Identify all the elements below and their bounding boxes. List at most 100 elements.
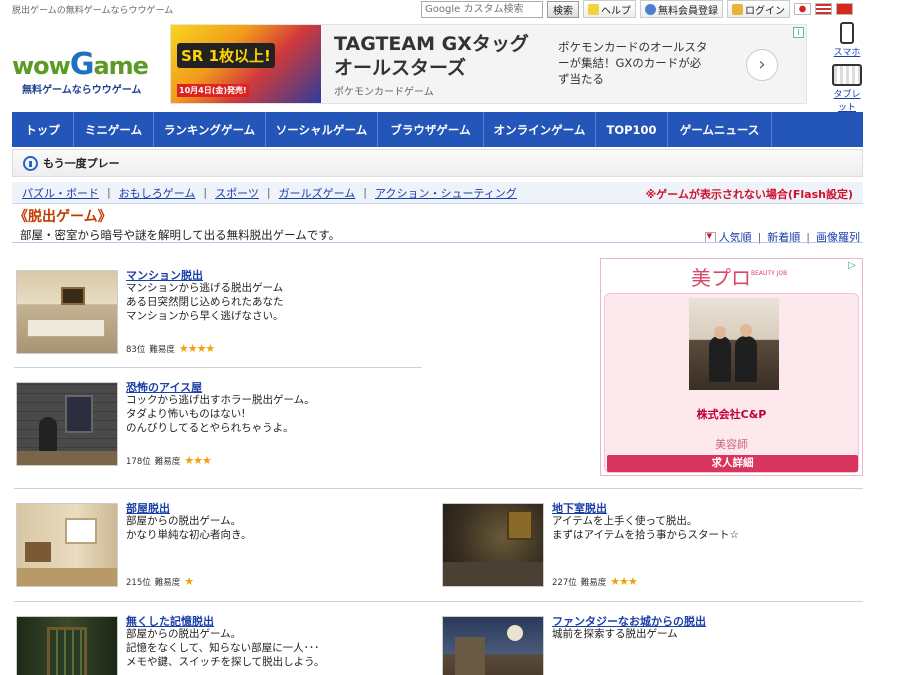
lock-icon bbox=[732, 3, 743, 15]
character-shape bbox=[39, 417, 57, 451]
site-tagline: 脱出ゲームの無料ゲームならウウゲーム bbox=[12, 6, 174, 16]
banner-source: ポケモンカードゲーム bbox=[334, 87, 434, 98]
nav-browser[interactable]: ブラウザゲーム bbox=[378, 112, 484, 147]
check-icon bbox=[588, 3, 599, 15]
job-ad[interactable]: 美プロ BEAUTY JOB ▷ 株式会社C&P 美容師 求人詳細 bbox=[600, 258, 863, 476]
banner-ad[interactable]: SR 1枚以上! 10月4日(金)発売! TAGTEAM GXタッグオールスター… bbox=[170, 24, 807, 104]
game-description: マンションから逃げる脱出ゲーム ある日突然閉じ込められたあなた マンションから早… bbox=[126, 281, 284, 323]
game-item: マンション脱出 マンションから逃げる脱出ゲーム ある日突然閉じ込められたあなた … bbox=[16, 269, 416, 360]
moon-shape bbox=[507, 625, 523, 641]
flag-china-icon[interactable] bbox=[836, 3, 853, 15]
register-label: 無料会員登録 bbox=[658, 5, 718, 17]
game-desc-line: メモや鍵、スイッチを探して脱出しよう。 bbox=[126, 656, 325, 668]
logo-g: G bbox=[69, 47, 95, 82]
game-description: 部屋からの脱出ゲーム。 かなり単純な初心者向き。 bbox=[126, 514, 251, 542]
ad-job-title: 美容師 bbox=[715, 438, 748, 451]
floor-shape bbox=[17, 568, 117, 586]
game-desc-line: 部屋からの脱出ゲーム。 bbox=[126, 515, 242, 527]
door-shape bbox=[507, 510, 533, 540]
game-thumbnail[interactable] bbox=[16, 503, 118, 587]
banner-image[interactable]: SR 1枚以上! 10月4日(金)発売! bbox=[171, 25, 321, 103]
help-label: ヘルプ bbox=[601, 5, 631, 17]
logo-ame: ame bbox=[93, 52, 148, 80]
replay-bar[interactable]: もう一度プレー bbox=[12, 149, 863, 177]
difficulty-label: 難易度 bbox=[580, 577, 607, 588]
smartphone-link[interactable]: スマホ bbox=[830, 22, 864, 58]
search-input[interactable] bbox=[421, 0, 543, 18]
window-shape bbox=[65, 518, 97, 544]
game-desc-line: マンションから逃げる脱出ゲーム bbox=[126, 282, 284, 294]
nav-online[interactable]: オンラインゲーム bbox=[484, 112, 596, 147]
banner-date: 10月4日(金)発売! bbox=[177, 84, 249, 97]
login-label: ログイン bbox=[745, 5, 785, 17]
difficulty-label: 難易度 bbox=[154, 577, 181, 588]
game-description: コックから逃げ出すホラー脱出ゲーム。 タダより怖いものはない! のんびりしてると… bbox=[126, 393, 315, 435]
category-puzzle[interactable]: パズル・ボード bbox=[22, 185, 99, 201]
ad-choices-icon[interactable]: ▷ bbox=[848, 260, 860, 272]
game-description: アイテムを上手く使って脱出。 まずはアイテムを拾う事からスタート☆ bbox=[552, 514, 739, 542]
game-desc-line: アイテムを上手く使って脱出。 bbox=[552, 515, 698, 527]
nav-top[interactable]: トップ bbox=[12, 112, 74, 147]
replay-label: もう一度プレー bbox=[43, 157, 120, 170]
game-thumbnail[interactable] bbox=[16, 270, 118, 354]
game-thumbnail[interactable] bbox=[16, 616, 118, 675]
game-meta: 227位 難易度 ★★★ bbox=[552, 575, 638, 588]
difficulty-stars: ★ bbox=[184, 575, 194, 588]
game-desc-line: のんびりしてるとやられちゃうよ。 bbox=[126, 422, 294, 434]
tablet-link[interactable]: タブレット bbox=[830, 64, 864, 113]
flag-usa-icon[interactable] bbox=[815, 3, 832, 15]
window-shape bbox=[65, 395, 93, 433]
game-desc-line: コックから逃げ出すホラー脱出ゲーム。 bbox=[126, 394, 315, 406]
game-thumbnail[interactable] bbox=[442, 616, 544, 675]
furniture-shape bbox=[27, 319, 105, 337]
sort-down-icon bbox=[704, 231, 716, 243]
difficulty-stars: ★★★★ bbox=[178, 342, 215, 355]
flash-settings-link[interactable]: ※ゲームが表示されない場合(Flash設定) bbox=[645, 186, 853, 202]
game-desc-line: 部屋からの脱出ゲーム。 bbox=[126, 628, 242, 640]
category-separator: | bbox=[266, 186, 271, 199]
nav-social[interactable]: ソーシャルゲーム bbox=[266, 112, 378, 147]
banner-description: ポケモンカードのオールスターが集結！GXのカードが必ず当たる bbox=[558, 40, 708, 86]
game-desc-line: 記憶をなくして、知らない部屋に一人･･･ bbox=[126, 642, 320, 654]
game-rank: 83位 bbox=[126, 344, 146, 355]
site-logo[interactable]: wowGame 無料ゲームならウウゲーム bbox=[12, 47, 164, 97]
job-details-button[interactable]: 求人詳細 bbox=[607, 455, 858, 472]
ad-choices-icon[interactable]: i bbox=[793, 27, 804, 38]
game-item: 部屋脱出 部屋からの脱出ゲーム。 かなり単純な初心者向き。 215位 難易度 ★ bbox=[16, 502, 416, 593]
banner-title[interactable]: TAGTEAM GXタッグオールスターズ bbox=[334, 32, 534, 80]
game-thumbnail[interactable] bbox=[16, 382, 118, 466]
row-divider bbox=[14, 488, 863, 489]
game-desc-line: マンションから早く逃げなさい。 bbox=[126, 310, 284, 322]
category-separator: | bbox=[203, 186, 208, 199]
game-description: 部屋からの脱出ゲーム。 記憶をなくして、知らない部屋に一人･･･ メモや鍵、スイ… bbox=[126, 627, 325, 669]
chevron-right-icon[interactable]: › bbox=[746, 49, 778, 81]
help-link[interactable]: ヘルプ bbox=[583, 0, 636, 18]
game-desc-line: 城前を探索する脱出ゲーム bbox=[552, 628, 678, 640]
flag-japan-icon[interactable] bbox=[794, 3, 811, 15]
floor-shape bbox=[17, 451, 117, 465]
category-sports[interactable]: スポーツ bbox=[215, 185, 259, 201]
nav-top100[interactable]: TOP100 bbox=[596, 112, 668, 147]
game-item: 恐怖のアイス屋 コックから逃げ出すホラー脱出ゲーム。 タダより怖いものはない! … bbox=[16, 381, 416, 472]
game-desc-line: ある日突然閉じ込められたあなた bbox=[126, 296, 284, 308]
nav-game-news[interactable]: ゲームニュース bbox=[668, 112, 772, 147]
floor-shape bbox=[443, 562, 543, 586]
game-thumbnail[interactable] bbox=[442, 503, 544, 587]
game-item: 無くした記憶脱出 部屋からの脱出ゲーム。 記憶をなくして、知らない部屋に一人･･… bbox=[16, 615, 416, 675]
login-link[interactable]: ログイン bbox=[727, 0, 790, 18]
category-action[interactable]: アクション・シューティング bbox=[375, 185, 517, 201]
search-button[interactable]: 検索 bbox=[547, 0, 579, 18]
nav-ranking[interactable]: ランキングゲーム bbox=[154, 112, 266, 147]
game-rank: 215位 bbox=[126, 577, 151, 588]
picture-frame bbox=[61, 287, 85, 305]
main-nav: トップ ミニゲーム ランキングゲーム ソーシャルゲーム ブラウザゲーム オンライ… bbox=[12, 112, 863, 147]
category-fun[interactable]: おもしろゲーム bbox=[119, 185, 196, 201]
ad-card[interactable]: 株式会社C&P 美容師 求人詳細 bbox=[604, 293, 859, 473]
difficulty-stars: ★★★ bbox=[610, 575, 638, 588]
category-girls[interactable]: ガールズゲーム bbox=[279, 185, 356, 201]
desk-shape bbox=[25, 542, 51, 562]
smartphone-label: スマホ bbox=[833, 48, 861, 58]
nav-mini-game[interactable]: ミニゲーム bbox=[74, 112, 154, 147]
section-description: 部屋・密室から暗号や謎を解明して出る無料脱出ゲームです。 bbox=[20, 228, 341, 242]
register-link[interactable]: 無料会員登録 bbox=[640, 0, 723, 18]
